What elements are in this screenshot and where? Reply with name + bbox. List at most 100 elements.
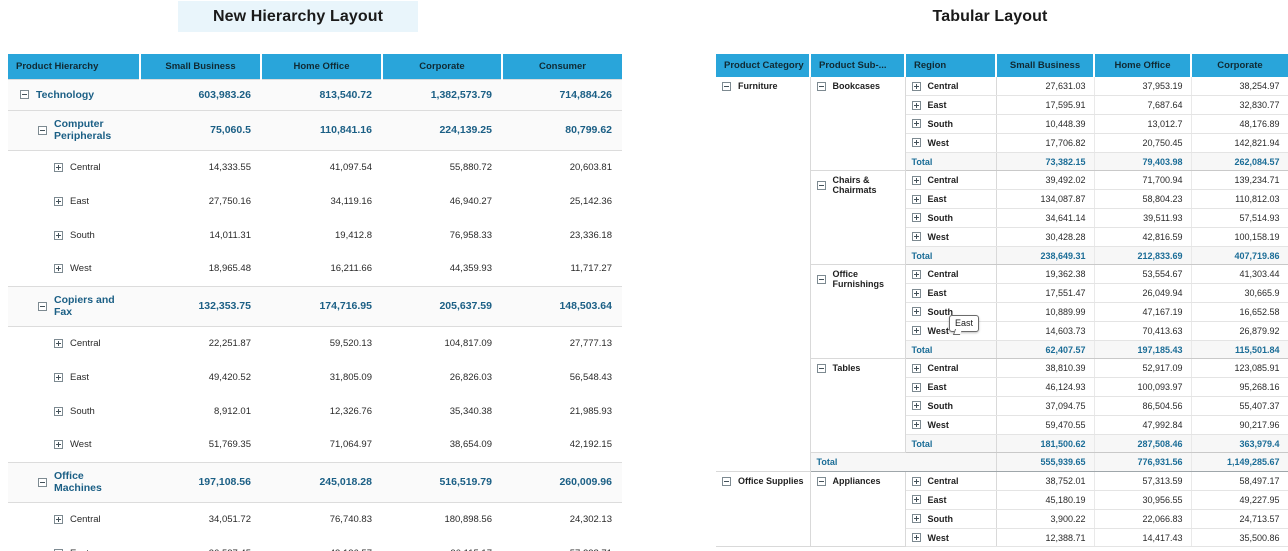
measure-cell[interactable]: 42,816.59 (1094, 227, 1192, 247)
measure-cell[interactable]: 14,603.73 (996, 321, 1095, 341)
measure-cell[interactable]: 90,115.17 (382, 536, 502, 551)
col-header-small-business[interactable]: Small Business (996, 54, 1095, 77)
region-cell[interactable]: South (905, 396, 997, 416)
measure-cell[interactable]: 26,826.03 (382, 360, 502, 394)
collapse-bookcases-icon[interactable] (816, 81, 826, 91)
measure-cell[interactable]: 197,108.56 (140, 461, 261, 503)
measure-cell[interactable]: 57,313.59 (1094, 471, 1192, 492)
collapse-chairs-chairmats-icon[interactable] (816, 180, 826, 190)
table-row[interactable]: Computer Peripherals 75,060.5 110,841.16 22… (8, 109, 622, 151)
expand-south-icon[interactable] (54, 230, 63, 240)
expand-central-icon[interactable] (911, 476, 921, 486)
measure-cell[interactable]: 75,060.5 (140, 109, 261, 151)
table-row[interactable]: Office Supplies Appliances Central 38,752.0… (716, 471, 1288, 548)
region-cell[interactable]: Central (905, 358, 997, 379)
collapse-office-furnishings-icon[interactable] (816, 274, 826, 284)
expand-east-icon[interactable] (54, 372, 63, 382)
measure-cell[interactable]: 21,985.93 (502, 394, 622, 428)
region-cell[interactable]: East (905, 377, 997, 398)
region-cell[interactable]: Central (905, 170, 997, 191)
measure-cell[interactable]: 17,551.47 (996, 283, 1095, 304)
region-cell[interactable]: West (905, 133, 997, 153)
table-row[interactable]: South 14,011.31 19,412.8 76,958.33 23,336.18 (8, 218, 622, 252)
measure-cell[interactable]: 76,740.83 (261, 502, 382, 536)
col-header-consumer[interactable]: Consumer (502, 54, 622, 79)
measure-cell[interactable]: 13,012.7 (1094, 114, 1192, 134)
measure-cell[interactable]: 205,637.59 (382, 285, 502, 327)
expand-east-icon[interactable] (911, 288, 921, 298)
measure-cell[interactable]: 17,706.82 (996, 133, 1095, 153)
measure-cell[interactable]: 39,492.02 (996, 170, 1095, 191)
table-row[interactable]: Central 22,251.87 59,520.13 104,817.09 27,77… (8, 326, 622, 360)
measure-cell[interactable]: 8,912.01 (140, 394, 261, 428)
hierarchy-cell[interactable]: South (8, 218, 140, 252)
region-cell[interactable]: Central (905, 77, 997, 97)
product-subcategory-cell[interactable]: Chairs & Chairmats (810, 170, 906, 266)
measure-cell[interactable]: 813,540.72 (261, 78, 382, 111)
product-subcategory-cell[interactable]: Bookcases (810, 77, 906, 172)
measure-cell[interactable]: 46,124.93 (996, 377, 1095, 398)
measure-cell[interactable]: 44,359.93 (382, 252, 502, 286)
expand-east-icon[interactable] (911, 194, 921, 204)
measure-cell[interactable]: 714,884.26 (502, 78, 622, 111)
measure-cell[interactable]: 41,303.44 (1191, 264, 1288, 285)
measure-cell[interactable]: 70,413.63 (1094, 321, 1192, 341)
measure-cell[interactable]: 22,251.87 (140, 326, 261, 360)
expand-south-icon[interactable] (911, 119, 921, 129)
measure-cell[interactable]: 30,665.9 (1191, 283, 1288, 304)
col-header-home-office[interactable]: Home Office (261, 54, 383, 79)
measure-cell[interactable]: 27,750.16 (140, 184, 261, 218)
measure-cell[interactable]: 148,503.64 (502, 285, 622, 327)
measure-cell[interactable]: 24,302.13 (502, 502, 622, 536)
measure-cell[interactable]: 43,136.57 (261, 536, 382, 551)
measure-cell[interactable]: 18,965.48 (140, 252, 261, 286)
product-subcategory-cell[interactable]: Appliances (810, 471, 906, 548)
measure-cell[interactable]: 17,595.91 (996, 95, 1095, 116)
measure-cell[interactable]: 34,051.72 (140, 502, 261, 536)
measure-cell[interactable]: 245,018.28 (261, 461, 382, 503)
col-header-product-category[interactable]: Product Category (716, 54, 811, 77)
measure-cell[interactable]: 1,382,573.79 (382, 78, 502, 111)
measure-cell[interactable]: 14,417.43 (1094, 528, 1192, 548)
product-subcategory-cell[interactable]: Tables (810, 358, 906, 454)
measure-cell[interactable]: 27,777.13 (502, 326, 622, 360)
measure-cell[interactable]: 24,713.57 (1191, 509, 1288, 529)
measure-cell[interactable]: 95,268.16 (1191, 377, 1288, 398)
measure-cell[interactable]: 35,340.38 (382, 394, 502, 428)
measure-cell[interactable]: 123,085.91 (1191, 358, 1288, 379)
measure-cell[interactable]: 71,064.97 (261, 428, 382, 462)
measure-cell[interactable]: 90,217.96 (1191, 415, 1288, 435)
expand-south-icon[interactable] (911, 307, 921, 317)
measure-cell[interactable]: 19,412.8 (261, 218, 382, 252)
hierarchy-cell[interactable]: West (8, 428, 140, 462)
hierarchy-cell[interactable]: Central (8, 150, 140, 184)
table-row[interactable]: East 36,587.4543,136.5790,115.1757,238.71 (8, 536, 622, 551)
measure-cell[interactable]: 260,009.96 (502, 461, 622, 503)
table-row[interactable]: East 49,420.52 31,805.09 26,826.03 56,548.43 (8, 360, 622, 394)
measure-cell[interactable]: 224,139.25 (382, 109, 502, 151)
region-cell[interactable]: South (905, 208, 997, 228)
table-row[interactable]: West 51,769.35 71,064.97 38,654.09 42,192.15 (8, 428, 622, 462)
measure-cell[interactable]: 34,119.16 (261, 184, 382, 218)
expand-south-icon[interactable] (911, 213, 921, 223)
region-cell[interactable]: East (905, 95, 997, 116)
col-header-corporate[interactable]: Corporate (382, 54, 503, 79)
region-cell[interactable]: East (905, 490, 997, 510)
col-header-home-office[interactable]: Home Office (1094, 54, 1192, 77)
measure-cell[interactable]: 100,093.97 (1094, 377, 1192, 398)
measure-cell[interactable]: 49,227.95 (1191, 490, 1288, 510)
measure-cell[interactable]: 10,448.39 (996, 114, 1095, 134)
collapse-copiers-and-fax-icon[interactable] (38, 301, 47, 311)
measure-cell[interactable]: 58,497.17 (1191, 471, 1288, 492)
expand-central-icon[interactable] (911, 363, 921, 373)
measure-cell[interactable]: 134,087.87 (996, 189, 1095, 210)
measure-cell[interactable]: 42,192.15 (502, 428, 622, 462)
measure-cell[interactable]: 38,810.39 (996, 358, 1095, 379)
hierarchy-cell[interactable]: Central (8, 502, 140, 536)
table-row[interactable]: Copiers and Fax 132,353.75 174,716.95 205,6… (8, 285, 622, 327)
measure-cell[interactable]: 180,898.56 (382, 502, 502, 536)
measure-cell[interactable]: 12,326.76 (261, 394, 382, 428)
measure-cell[interactable]: 55,407.37 (1191, 396, 1288, 416)
table-row[interactable]: South 8,912.01 12,326.76 35,340.38 21,985.93 (8, 394, 622, 428)
measure-cell[interactable]: 55,880.72 (382, 150, 502, 184)
